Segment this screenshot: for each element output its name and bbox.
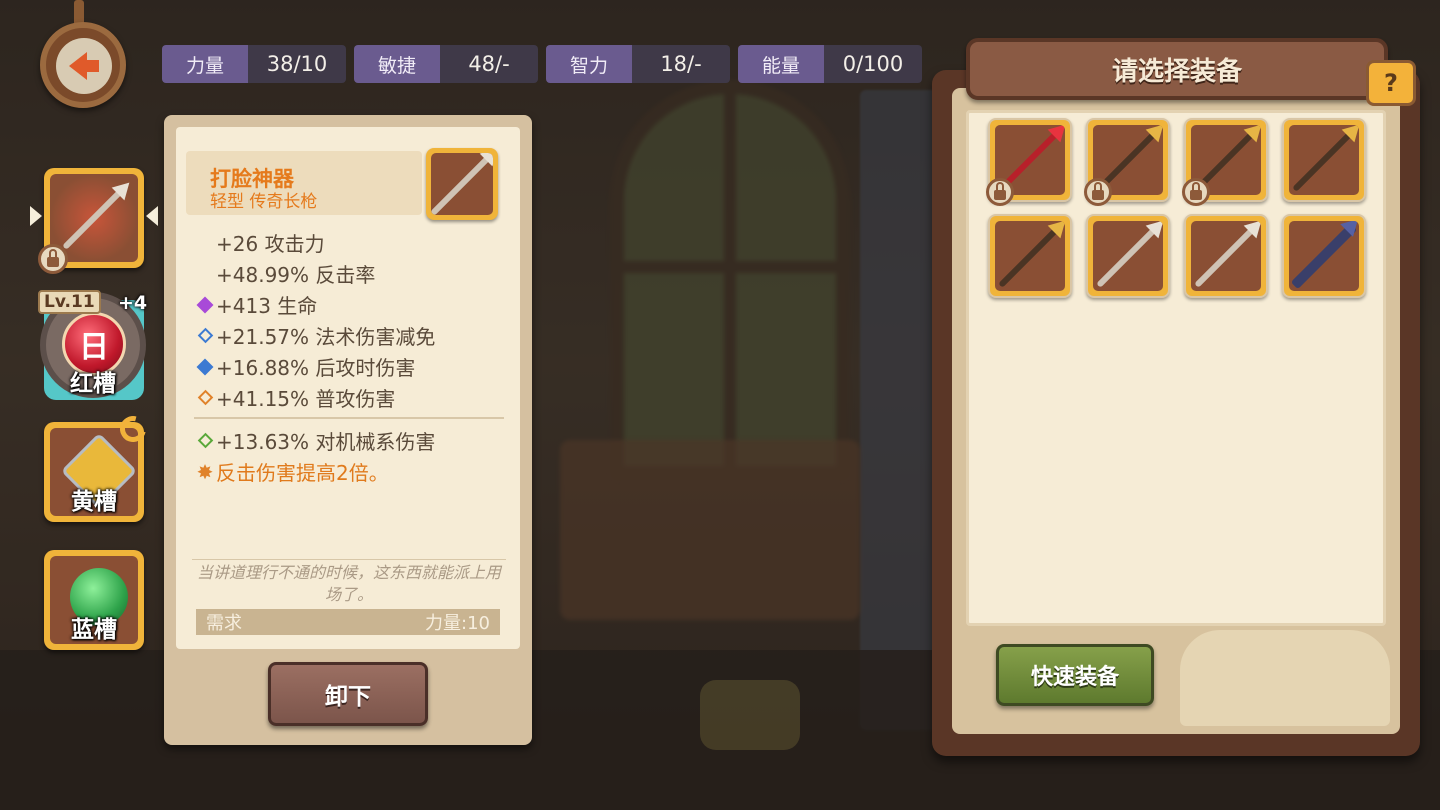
blue-slot[interactable]: 蓝槽 [44,550,144,650]
equipment-item[interactable] [1182,118,1268,206]
level-badge: Lv.11 [38,290,101,314]
back-arrow-icon[interactable] [56,38,112,94]
extra-stat-line: +13.63% 对机械系伤害 [194,425,504,456]
lock-icon [986,178,1014,206]
gold-spear-icon [1292,128,1356,192]
equipment-item[interactable] [1084,118,1170,206]
gold-spear-icon [998,224,1062,288]
yellow-slot[interactable]: 黄槽 [44,411,151,522]
bonus-stat-text: +16.88% 后攻时伤害 [216,356,416,380]
stat-divider [194,417,504,419]
item-flavor-text: 当讲道理行不通的时候，这东西就能派上用场了。 [192,559,506,606]
help-book-icon[interactable]: ? [1366,60,1416,106]
selected-arrow-right-icon [146,206,158,226]
stat-label: 智力 [546,45,632,83]
equipment-item[interactable] [986,118,1072,206]
decorative-scenery [1180,630,1390,726]
special-effect-line: ✸ 反击伤害提高2倍。 [194,456,504,487]
stat-label: 敏捷 [354,45,440,83]
quick-equip-button[interactable]: 快速装备 [996,644,1154,706]
base-stat-line: +48.99% 反击率 [194,258,504,289]
spear-icon [431,153,493,215]
item-icon [426,148,498,220]
equipment-grid [986,118,1366,298]
equipment-item[interactable] [1086,214,1170,298]
diamond-orange-outline-icon [197,389,213,406]
blue-cannon-icon [1290,222,1358,290]
requirement-bar: 需求 力量:10 [196,609,500,635]
requirement-value: 力量:10 [425,613,490,634]
bonus-stat-text: +41.15% 普攻伤害 [216,387,396,411]
stats-bar: 力量 38/10 敏捷 48/- 智力 18/- 能量 0/100 [162,45,922,83]
stat-energy: 能量 0/100 [738,45,922,83]
selected-arrow-left-icon [30,206,42,226]
bonus-stat-text: +413 生命 [216,294,318,318]
item-stats: +26 攻击力 +48.99% 反击率 +413 生命 +21.57% 法术伤害… [194,227,504,487]
special-effect-text: 反击伤害提高2倍。 [216,461,389,485]
weapon-slot[interactable] [38,168,144,274]
bonus-stat-line: +41.15% 普攻伤害 [194,382,504,413]
item-type: 轻型 传奇长枪 [210,192,318,212]
lock-icon [1182,178,1210,206]
diamond-blue-outline-icon [197,327,213,344]
diamond-purple-icon [196,296,214,313]
diamond-blue-icon [196,358,214,375]
unequip-button[interactable]: 卸下 [268,662,428,726]
item-detail-panel: 打脸神器 轻型 传奇长枪 +26 攻击力 +48.99% 反击率 +413 生命… [164,115,532,745]
plus-badge: +4 [118,292,148,314]
white-spear-icon [1194,224,1258,288]
stat-label: 能量 [738,45,824,83]
stat-value: 18/- [632,45,730,83]
stat-value: 48/- [440,45,538,83]
lock-icon [1084,178,1112,206]
stat-value: 38/10 [248,45,346,83]
base-stat-text: +48.99% 反击率 [216,263,376,287]
base-stat-text: +26 攻击力 [216,232,325,256]
back-button[interactable] [18,0,138,120]
red-slot[interactable]: 日 Lv.11 +4 红槽 [38,290,148,400]
lock-icon [38,244,68,274]
bonus-stat-line: +16.88% 后攻时伤害 [194,351,504,382]
base-stat-line: +26 攻击力 [194,227,504,258]
spear-icon [62,186,126,250]
bonus-stat-text: +21.57% 法术伤害减免 [216,325,436,349]
chooser-title: 请选择装备 [966,38,1388,100]
stat-strength: 力量 38/10 [162,45,346,83]
extra-stat-text: +13.63% 对机械系伤害 [216,430,436,454]
diamond-green-outline-icon [197,432,213,449]
red-slot-label: 红槽 [70,371,116,397]
stat-label: 力量 [162,45,248,83]
bonus-stat-line: +413 生命 [194,289,504,320]
requirement-label: 需求 [206,613,242,634]
bonus-stat-line: +21.57% 法术伤害减免 [194,320,504,351]
yellow-slot-label: 黄槽 [71,489,117,515]
equipment-item[interactable] [988,214,1072,298]
blue-slot-label: 蓝槽 [71,617,117,643]
equipment-item[interactable] [1184,214,1268,298]
equipment-item[interactable] [1282,214,1366,298]
star-icon: ✸ [196,459,214,484]
equipment-item[interactable] [1282,118,1366,202]
stat-agility: 敏捷 48/- [354,45,538,83]
stat-value: 0/100 [824,45,922,83]
white-spear-icon [1096,224,1160,288]
stat-intelligence: 智力 18/- [546,45,730,83]
